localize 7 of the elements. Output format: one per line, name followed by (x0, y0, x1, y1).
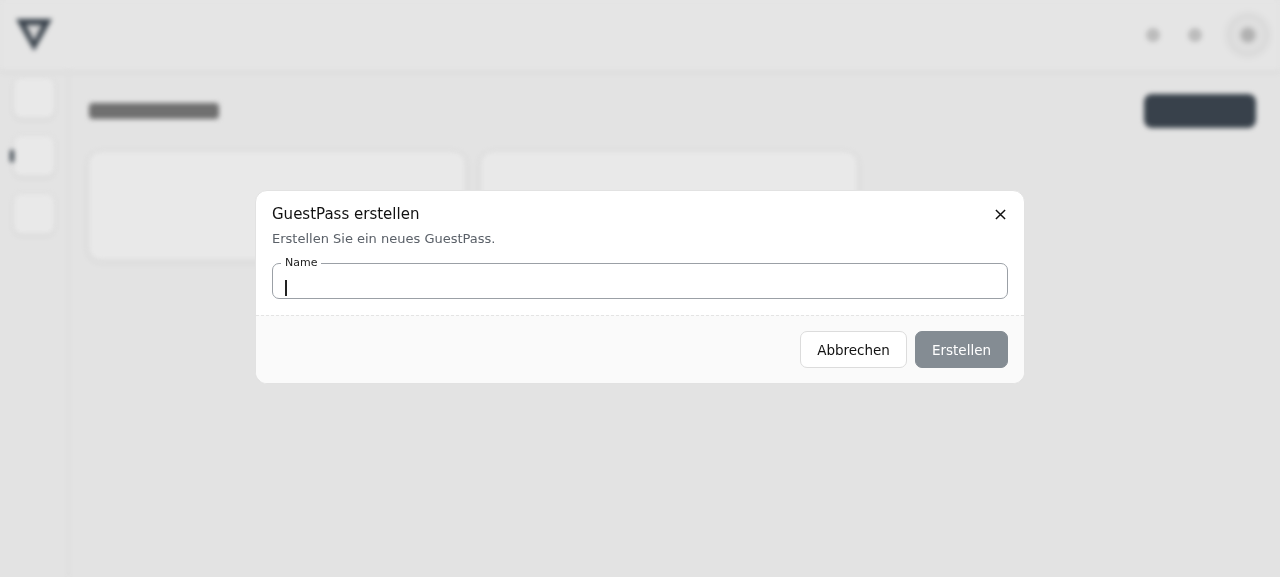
close-icon[interactable] (993, 206, 1008, 222)
dialog-title: GuestPass erstellen (272, 205, 420, 223)
cancel-button[interactable]: Abbrechen (800, 331, 907, 368)
header-icon[interactable] (1188, 28, 1202, 42)
dialog-description: Erstellen Sie ein neues GuestPass. (271, 230, 497, 246)
name-field[interactable]: Name (272, 255, 1008, 299)
header-icon[interactable] (1146, 28, 1160, 42)
